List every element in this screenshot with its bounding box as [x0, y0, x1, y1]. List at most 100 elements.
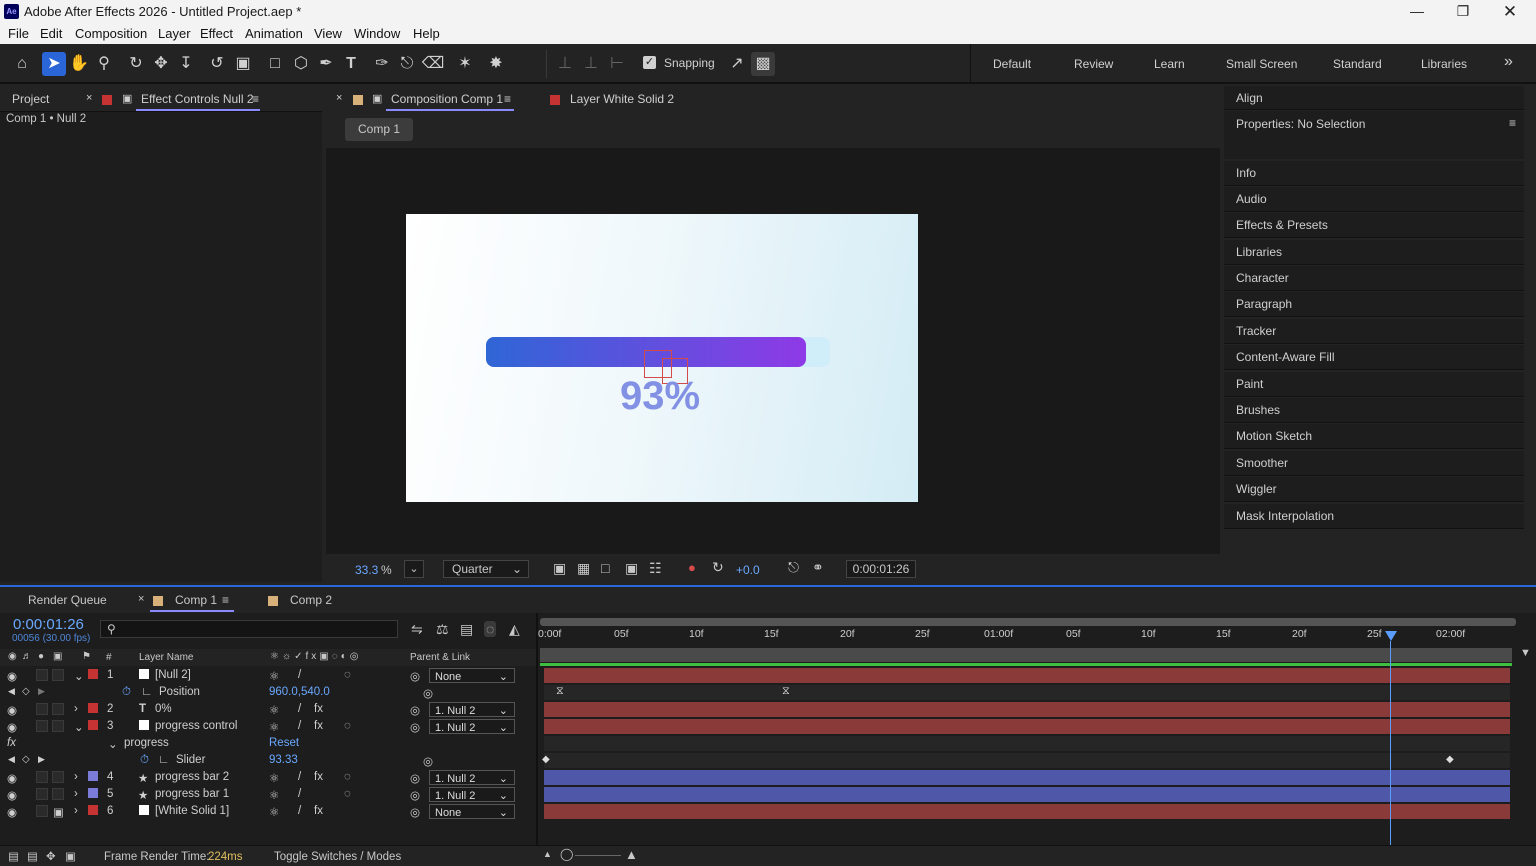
menu-effect[interactable]: Effect: [200, 26, 233, 41]
tab-effect-controls[interactable]: Effect Controls Null 2: [141, 92, 254, 106]
menu-edit[interactable]: Edit: [40, 26, 62, 41]
graph-editor-icon[interactable]: ◭: [509, 621, 520, 638]
menu-layer[interactable]: Layer: [158, 26, 191, 41]
av-eye-icon[interactable]: ◉: [8, 651, 17, 662]
snapshot-icon[interactable]: ⎋: [788, 559, 799, 576]
time-ruler[interactable]: 0:00f 05f 10f 15f 20f 25f 01:00f 05f 10f…: [538, 627, 1518, 647]
keyframe-icon[interactable]: ◆: [1446, 754, 1454, 765]
grid-guides-icon[interactable]: ☷: [649, 560, 662, 577]
resolution-dropdown[interactable]: Quarter ⌄: [443, 560, 529, 578]
show-snapshot-icon[interactable]: ⚭: [812, 559, 824, 576]
eye-icon[interactable]: ◉: [7, 703, 17, 717]
transfer-controls-toggle-icon[interactable]: ▤: [27, 849, 38, 863]
chevron-down-icon[interactable]: ⌄: [108, 737, 118, 751]
brush-tool-icon[interactable]: ✑: [370, 52, 394, 76]
panel-motion-sketch[interactable]: Motion Sketch: [1224, 424, 1524, 449]
panel-tracker[interactable]: Tracker: [1224, 319, 1524, 344]
panel-paragraph[interactable]: Paragraph: [1224, 292, 1524, 317]
solo-switch[interactable]: [36, 788, 48, 800]
layer-label-color[interactable]: [88, 720, 98, 730]
quality-switch-icon[interactable]: /: [298, 788, 301, 800]
comp-mini-flowchart-icon[interactable]: ⇋: [411, 621, 423, 638]
cube-tool-icon[interactable]: ⬡: [289, 52, 313, 76]
motion-blur-switch-icon[interactable]: ◌: [344, 720, 351, 732]
axis-local-icon[interactable]: ⊥: [553, 52, 577, 76]
zoom-slider-track[interactable]: [575, 855, 621, 856]
panel-mask-interpolation[interactable]: Mask Interpolation: [1224, 504, 1524, 529]
zoom-tool-icon[interactable]: ⚲: [92, 52, 116, 76]
panel-menu-icon[interactable]: ≡: [1509, 116, 1516, 130]
viewer-timecode[interactable]: 0:00:01:26: [846, 560, 916, 578]
parent-dropdown[interactable]: None ⌄: [429, 804, 515, 819]
workspace-standard[interactable]: Standard: [1333, 57, 1382, 71]
region-of-interest-icon[interactable]: ▣: [625, 560, 638, 577]
keyframe-icon[interactable]: ⧖: [556, 685, 564, 698]
orbit-tool-icon[interactable]: ↻: [124, 52, 148, 76]
quality-switch-icon[interactable]: /: [298, 771, 301, 783]
tab-comp2[interactable]: Comp 2: [290, 593, 332, 607]
eraser-tool-icon[interactable]: ⌫: [421, 52, 445, 76]
layer-name[interactable]: progress bar 1: [155, 788, 229, 800]
layer-search-input[interactable]: ⚲: [100, 620, 398, 638]
eye-icon[interactable]: ◉: [7, 771, 17, 785]
eye-icon[interactable]: ◉: [7, 669, 17, 683]
layer-bar-1[interactable]: [544, 668, 1510, 683]
layer-row-5[interactable]: ◉ › 5 ★ progress bar 1 ⚛ / ◌ ◎ 1. Null 2…: [0, 786, 536, 803]
property-row-slider[interactable]: ◀ ◇ ▶ ⏱ ∟ Slider 93.33 ◎: [0, 752, 536, 769]
next-keyframe-icon[interactable]: ▶: [38, 754, 45, 765]
menu-file[interactable]: File: [8, 26, 29, 41]
render-time-toggle-icon[interactable]: ▣: [65, 849, 76, 863]
tab-comp1[interactable]: Comp 1: [175, 593, 217, 607]
pickwhip-icon[interactable]: ◎: [410, 703, 420, 717]
restore-icon[interactable]: ❐: [1440, 0, 1486, 23]
layer-label-color[interactable]: [88, 669, 98, 679]
zoom-out-icon[interactable]: ▲: [543, 849, 552, 859]
next-keyframe-icon[interactable]: ▶: [38, 686, 45, 697]
slider-value[interactable]: 93.33: [269, 754, 298, 766]
layer-label-color[interactable]: [88, 788, 98, 798]
parent-dropdown[interactable]: 1. Null 2 ⌄: [429, 702, 515, 717]
label-tag-icon[interactable]: ⚑: [82, 651, 91, 662]
chevron-right-icon[interactable]: ›: [74, 703, 78, 715]
property-row-position[interactable]: ◀ ◇ ▶ ⏱ ∟ Position 960.0,540.0 ◎: [0, 684, 536, 701]
snap-features-icon[interactable]: ▩: [751, 52, 775, 76]
panel-libraries[interactable]: Libraries: [1224, 240, 1524, 265]
layer-name[interactable]: progress control: [155, 720, 237, 732]
solo-switch[interactable]: [36, 805, 48, 817]
add-keyframe-icon[interactable]: ◇: [22, 754, 30, 765]
pickwhip-icon[interactable]: ◎: [410, 669, 420, 683]
work-area-bar[interactable]: [540, 648, 1512, 662]
menu-help[interactable]: Help: [413, 26, 440, 41]
chevron-right-icon[interactable]: ›: [74, 805, 78, 817]
solo-switch[interactable]: [36, 720, 48, 732]
workspace-default[interactable]: Default: [993, 57, 1031, 71]
motion-blur-switch-icon[interactable]: ◌: [344, 771, 351, 783]
layer-bar-6[interactable]: [544, 804, 1510, 819]
layer-name[interactable]: 0%: [155, 703, 172, 715]
fx-switch-icon[interactable]: fx: [314, 720, 323, 732]
channel-icon[interactable]: ●: [688, 560, 696, 575]
workspace-review[interactable]: Review: [1074, 57, 1113, 71]
pickwhip-icon[interactable]: ◎: [410, 720, 420, 734]
tab-composition[interactable]: Composition Comp 1: [391, 92, 503, 106]
motion-blur-switch-icon[interactable]: ◌: [344, 788, 351, 800]
prev-keyframe-icon[interactable]: ◀: [8, 686, 15, 697]
layer-bar-4[interactable]: [544, 770, 1510, 785]
lock-switch[interactable]: [52, 788, 64, 800]
puppet-pin-icon[interactable]: ✸: [484, 52, 508, 76]
parent-dropdown[interactable]: 1. Null 2 ⌄: [429, 787, 515, 802]
position-value[interactable]: 960.0,540.0: [269, 686, 330, 698]
roto-brush-icon[interactable]: ✶: [453, 52, 477, 76]
fx-switch-icon[interactable]: fx: [314, 771, 323, 783]
quality-switch-icon[interactable]: /: [298, 669, 301, 681]
layer-bar-2[interactable]: [544, 702, 1510, 717]
layer-label-color[interactable]: [88, 703, 98, 713]
lock-icon[interactable]: ▣: [122, 92, 132, 105]
fx-switch-icon[interactable]: fx: [314, 703, 323, 715]
effect-row-progress[interactable]: fx ⌄ progress Reset: [0, 735, 536, 752]
current-time[interactable]: 0:00:01:26: [13, 616, 84, 633]
panel-brushes[interactable]: Brushes: [1224, 398, 1524, 423]
panel-menu-icon[interactable]: ≡: [252, 92, 259, 106]
menu-composition[interactable]: Composition: [75, 26, 147, 41]
minimize-icon[interactable]: —: [1394, 0, 1440, 23]
